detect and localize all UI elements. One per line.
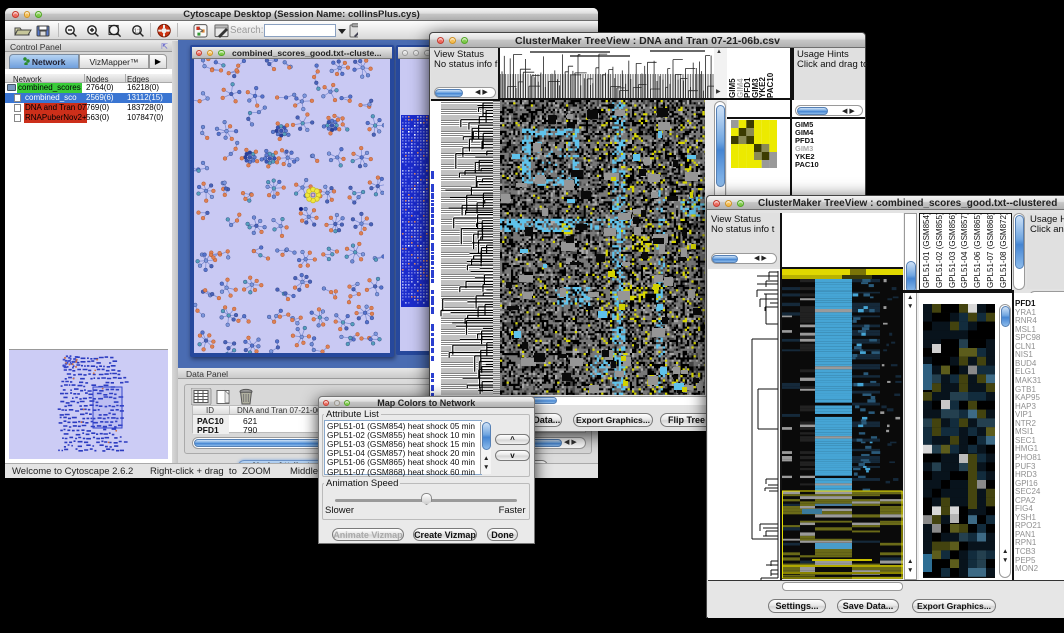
svg-text:1:1: 1:1 [134,28,141,34]
